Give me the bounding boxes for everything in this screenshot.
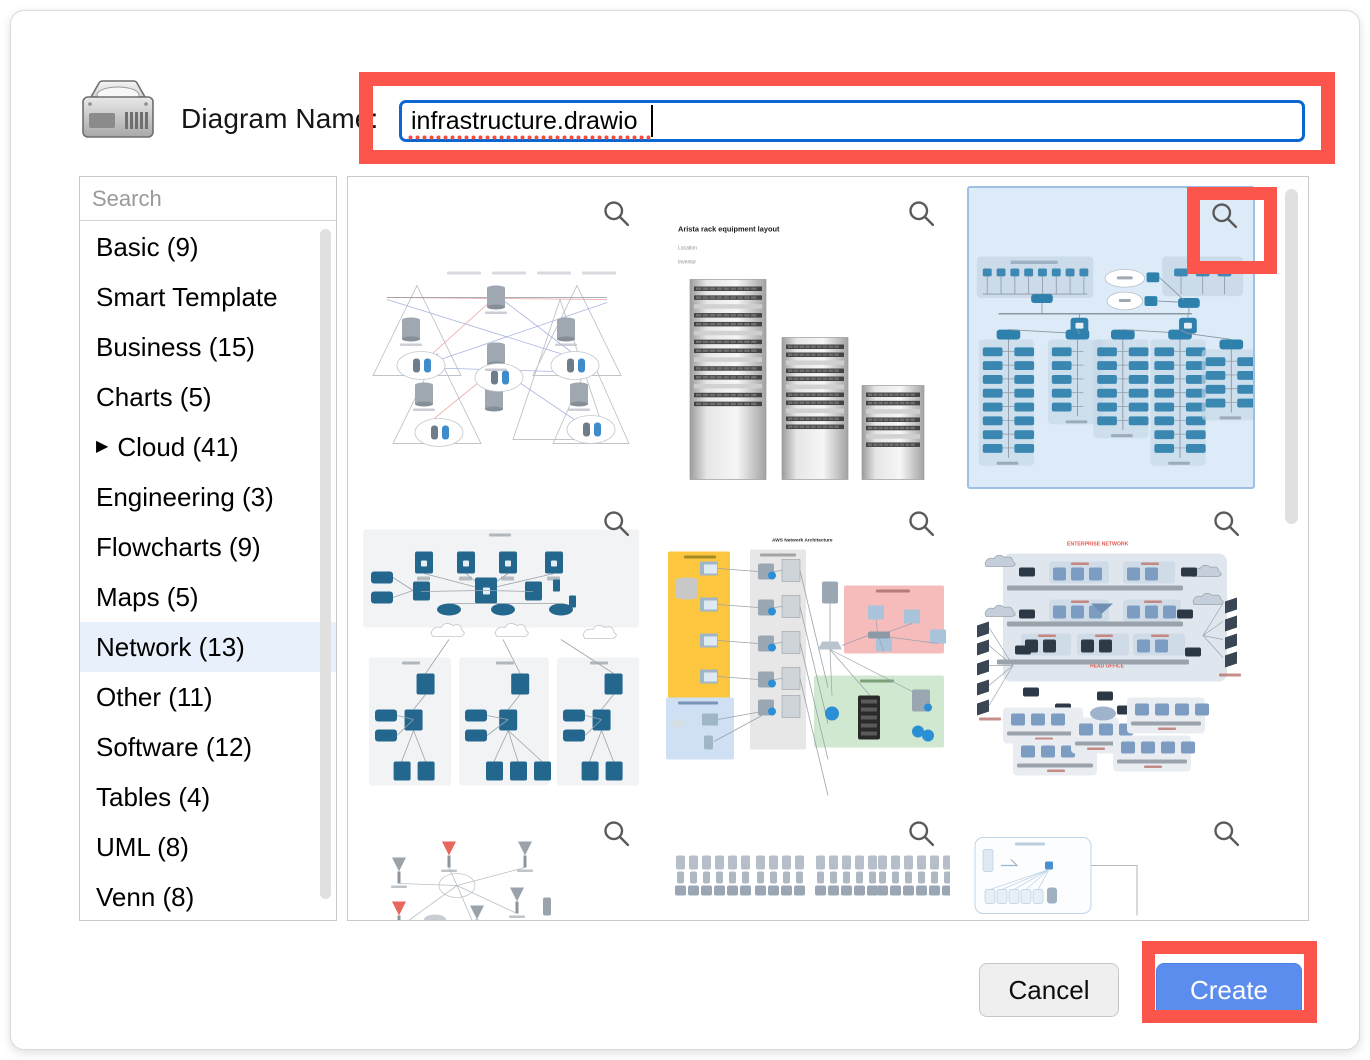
template-zoom-icon[interactable]	[906, 818, 936, 848]
sidebar-item-uml[interactable]: UML (8)	[80, 822, 336, 872]
template-grid-pane: Arista rack equipment layout Location Inve…	[347, 176, 1309, 921]
template-zoom-icon[interactable]	[1209, 200, 1239, 230]
sidebar-item-label: Tables (4)	[96, 781, 211, 812]
sidebar-item-label: Cloud (41)	[117, 431, 239, 462]
sidebar-item-label: Network (13)	[96, 631, 245, 662]
sidebar-item-label: Engineering (3)	[96, 481, 274, 512]
template-card[interactable]	[357, 496, 645, 799]
template-card[interactable]: ENTERPRISE NETWORK HEAD OFFICE	[967, 496, 1255, 799]
sidebar-item-network[interactable]: Network (13)	[80, 622, 336, 672]
svg-text:Location: Location	[678, 246, 697, 252]
template-card[interactable]	[357, 806, 645, 920]
template-preview	[976, 256, 1253, 466]
template-zoom-icon[interactable]	[906, 508, 936, 538]
diagram-name-field-wrapper	[399, 100, 1305, 142]
dialog-header: Diagram Name:	[11, 11, 1359, 161]
new-diagram-dialog: Diagram Name: Basic (9) Smart Template Bus…	[10, 10, 1360, 1050]
sidebar-item-business[interactable]: Business (15)	[80, 322, 336, 372]
diagram-name-label: Diagram Name:	[181, 103, 379, 134]
sidebar-item-label: Software (12)	[96, 731, 253, 762]
template-card[interactable]: Arista rack equipment layout Location Inve…	[662, 186, 950, 489]
sidebar-item-label: Business (15)	[96, 331, 255, 362]
text-caret	[651, 105, 653, 137]
svg-text:Inventor: Inventor	[678, 260, 696, 266]
template-card[interactable]	[357, 186, 645, 489]
template-preview: AWS Network Architecture	[666, 538, 946, 796]
sidebar-item-label: Venn (8)	[96, 881, 195, 912]
template-card[interactable]	[967, 806, 1255, 920]
svg-text:Arista rack equipment layout: Arista rack equipment layout	[678, 225, 780, 234]
template-scrollbar-track[interactable]	[1285, 182, 1303, 915]
sidebar-item-label: Other (11)	[96, 681, 213, 712]
sidebar-item-venn[interactable]: Venn (8)	[80, 872, 336, 920]
template-zoom-icon[interactable]	[906, 198, 936, 228]
diagram-name-input[interactable]	[399, 100, 1305, 142]
template-card[interactable]: AWS Network Architecture	[662, 496, 950, 799]
sidebar-item-charts[interactable]: Charts (5)	[80, 372, 336, 422]
chevron-right-icon[interactable]: ▶	[96, 439, 108, 455]
sidebar-item-label: Basic (9)	[96, 231, 199, 262]
template-zoom-icon[interactable]	[601, 508, 631, 538]
search-bar[interactable]	[80, 177, 336, 221]
search-input[interactable]	[80, 185, 336, 212]
template-zoom-icon[interactable]	[601, 198, 631, 228]
template-zoom-icon[interactable]	[1211, 508, 1241, 538]
template-preview: Arista rack equipment layout Location Inve…	[678, 225, 925, 480]
sidebar-scrollbar[interactable]	[320, 229, 331, 899]
template-scrollbar-thumb[interactable]	[1285, 189, 1298, 524]
sidebar-item-label: Maps (5)	[96, 581, 199, 612]
sidebar-item-label: Flowcharts (9)	[96, 531, 261, 562]
dialog-footer: Cancel Create	[11, 963, 1359, 1023]
sidebar-item-maps[interactable]: Maps (5)	[80, 572, 336, 622]
template-preview	[363, 529, 639, 786]
hard-drive-icon	[82, 80, 154, 138]
create-button[interactable]: Create	[1156, 963, 1302, 1017]
dialog-body: Basic (9) Smart Template Business (15) Char…	[79, 176, 1309, 921]
svg-text:AWS Network Architecture: AWS Network Architecture	[772, 538, 833, 544]
sidebar-item-other[interactable]: Other (11)	[80, 672, 336, 722]
sidebar-item-label: Charts (5)	[96, 381, 212, 412]
svg-text:ENTERPRISE NETWORK: ENTERPRISE NETWORK	[1067, 542, 1129, 548]
template-zoom-icon[interactable]	[601, 818, 631, 848]
category-list[interactable]: Basic (9) Smart Template Business (15) Char…	[80, 222, 336, 920]
template-preview: ENTERPRISE NETWORKHEAD OFFICE	[977, 542, 1241, 776]
template-card[interactable]	[662, 806, 950, 920]
sidebar-item-basic[interactable]: Basic (9)	[80, 222, 336, 272]
template-preview	[372, 271, 630, 447]
category-sidebar: Basic (9) Smart Template Business (15) Char…	[79, 176, 337, 921]
sidebar-item-tables[interactable]: Tables (4)	[80, 772, 336, 822]
template-grid: Arista rack equipment layout Location Inve…	[348, 177, 1286, 920]
sidebar-item-smart[interactable]: Smart Template	[80, 272, 336, 322]
sidebar-item-engineering[interactable]: Engineering (3)	[80, 472, 336, 522]
sidebar-item-label: UML (8)	[96, 831, 189, 862]
template-zoom-icon[interactable]	[1211, 818, 1241, 848]
template-card[interactable]	[967, 186, 1255, 489]
sidebar-item-cloud[interactable]: ▶ Cloud (41)	[80, 422, 336, 472]
sidebar-item-label: Smart Template	[96, 281, 278, 312]
sidebar-item-software[interactable]: Software (12)	[80, 722, 336, 772]
cancel-button[interactable]: Cancel	[979, 963, 1119, 1017]
sidebar-item-flowcharts[interactable]: Flowcharts (9)	[80, 522, 336, 572]
